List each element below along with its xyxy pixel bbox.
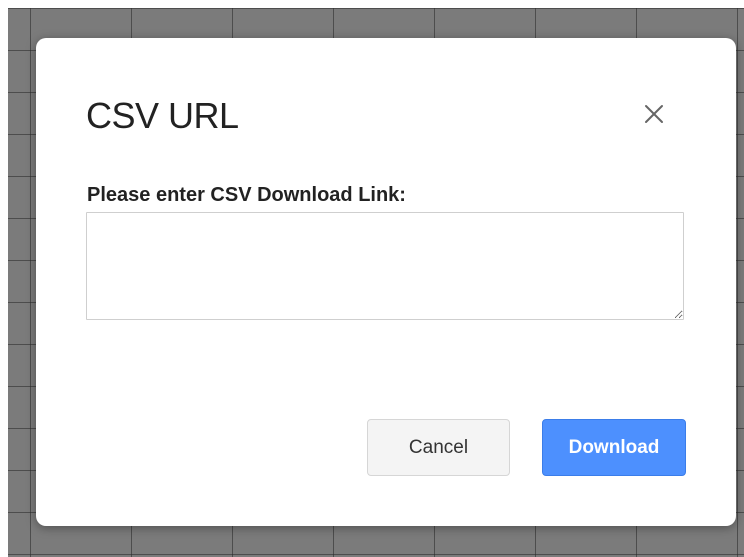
backdrop-top-edge xyxy=(0,0,744,8)
dialog-title: CSV URL xyxy=(86,95,239,136)
close-icon xyxy=(645,105,663,123)
close-button[interactable] xyxy=(634,94,674,134)
csv-url-dialog: CSV URL Please enter CSV Download Link: … xyxy=(36,38,736,526)
csv-url-input[interactable] xyxy=(86,212,684,320)
csv-link-label: Please enter CSV Download Link: xyxy=(87,184,406,206)
download-button[interactable]: Download xyxy=(542,419,686,476)
cancel-button[interactable]: Cancel xyxy=(367,419,510,476)
backdrop-left-edge xyxy=(0,8,8,557)
